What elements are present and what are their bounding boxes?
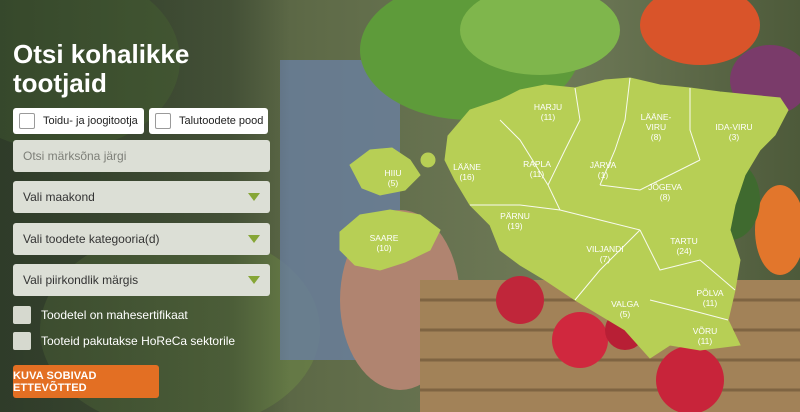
estonia-county-map: HARJU (11) LÄÄNE-VIRU (8)IDA-VIRU (3)HIIU (5)… (339, 77, 789, 359)
mainland-shape (444, 77, 789, 359)
muhu-island-shape (420, 152, 436, 168)
